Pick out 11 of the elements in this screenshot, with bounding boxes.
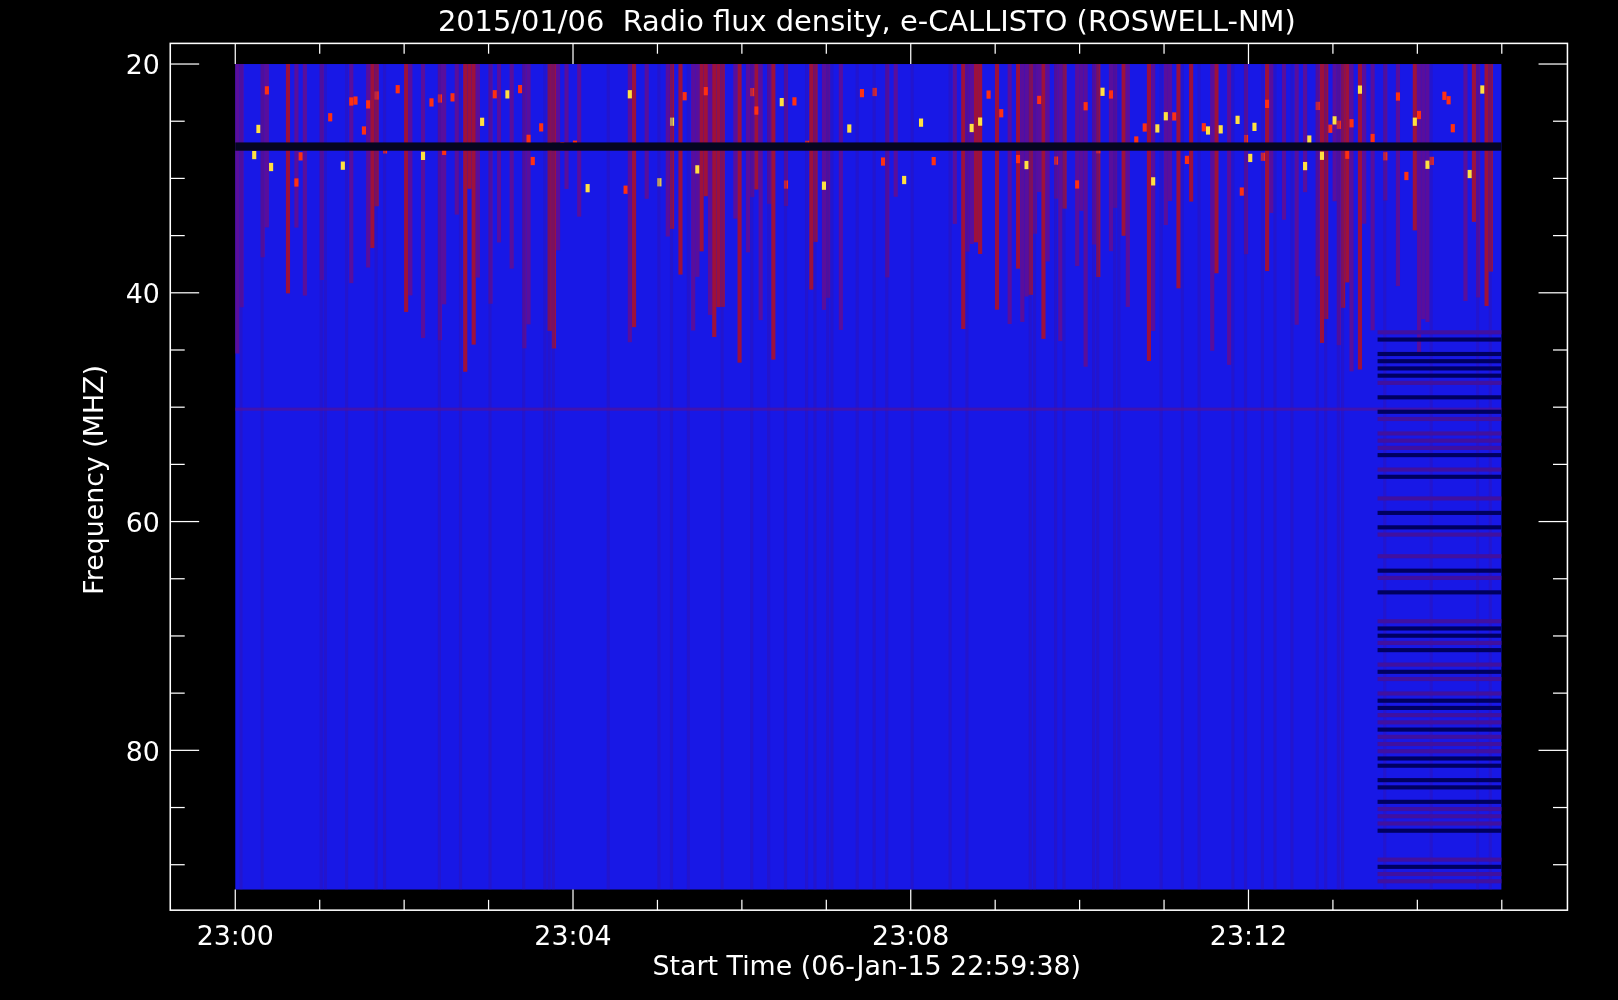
x-axis-label: Start Time (06-Jan-15 22:59:38) <box>652 950 1081 982</box>
tick-label: 80 <box>125 735 160 767</box>
tick-label: 20 <box>125 49 160 81</box>
tick-label: 23:08 <box>872 920 950 952</box>
tick-label: 23:00 <box>196 920 274 952</box>
tick-label: 60 <box>125 506 160 538</box>
tick-label: 40 <box>125 278 160 310</box>
chart-title: 2015/01/06 Radio flux density, e-CALLISTO (ROSWELL-NM) <box>437 4 1296 38</box>
y-axis-label: Frequency (MHZ) <box>78 365 110 595</box>
tick-label: 23:12 <box>1209 920 1288 952</box>
tick-label: 23:04 <box>534 920 612 952</box>
